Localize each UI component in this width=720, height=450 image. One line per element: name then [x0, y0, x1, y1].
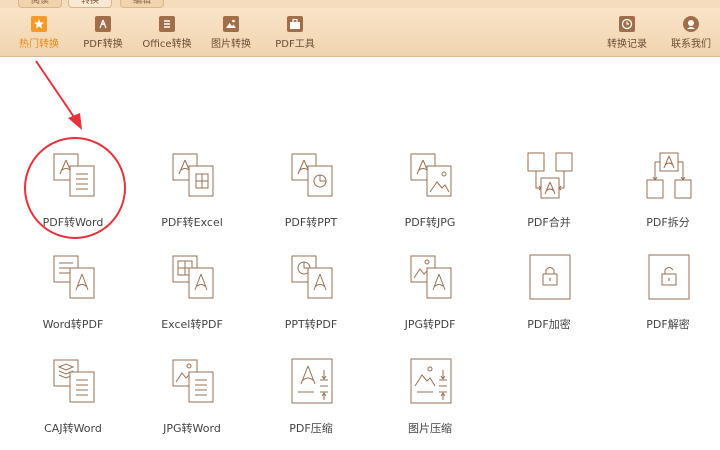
- pdf-to-ppt-icon: [291, 153, 333, 197]
- word-to-pdf-icon: [53, 255, 95, 299]
- tool-label: 图片转换: [211, 39, 251, 50]
- tab-edit[interactable]: 编辑: [120, 0, 165, 8]
- tool-pdf-tools[interactable]: PDF工具: [262, 11, 328, 55]
- headset-icon: [683, 16, 699, 32]
- caj-to-word-icon: [53, 359, 95, 403]
- office-doc-icon: [159, 16, 175, 32]
- convert-caj-to-word[interactable]: CAJ转Word: [18, 350, 128, 440]
- cell-label: PDF解密: [646, 318, 690, 331]
- image-icon: [223, 16, 239, 32]
- cell-label: PPT转PDF: [284, 318, 338, 331]
- tab-convert[interactable]: 转换: [68, 0, 113, 8]
- cell-label: JPG转PDF: [404, 318, 456, 331]
- tool-history[interactable]: 转换记录: [594, 11, 660, 55]
- convert-ppt-to-pdf[interactable]: PPT转PDF: [256, 246, 366, 336]
- pdf-compress[interactable]: PDF压缩: [256, 350, 366, 440]
- highlight-circle: [24, 137, 126, 239]
- tool-image-convert[interactable]: 图片转换: [198, 11, 264, 55]
- convert-pdf-to-excel[interactable]: PDF转Excel: [137, 144, 247, 234]
- excel-to-pdf-icon: [172, 255, 214, 299]
- tool-hot-convert[interactable]: 热门转换: [6, 11, 72, 55]
- pdf-decrypt-icon: [648, 254, 690, 300]
- pdf-merge-icon: [527, 152, 573, 199]
- cell-label: PDF转Excel: [161, 216, 223, 229]
- tool-pdf-convert[interactable]: PDF转换: [70, 11, 136, 55]
- pdf-to-jpg-icon: [410, 153, 452, 197]
- pdf-split-icon: [646, 152, 692, 199]
- jpg-to-word-icon: [172, 359, 214, 403]
- tab-read[interactable]: 阅读: [18, 0, 63, 8]
- tool-label: Office转换: [142, 39, 192, 50]
- ppt-to-pdf-icon: [291, 255, 333, 299]
- cell-label: PDF拆分: [646, 216, 690, 229]
- cell-label: PDF转PPT: [284, 216, 338, 229]
- convert-jpg-to-pdf[interactable]: JPG转PDF: [375, 246, 485, 336]
- convert-pdf-to-ppt[interactable]: PDF转PPT: [256, 144, 366, 234]
- cell-label: CAJ转Word: [44, 422, 102, 435]
- pdf-merge[interactable]: PDF合并: [494, 144, 604, 234]
- pdf-encrypt-icon: [529, 254, 571, 300]
- convert-jpg-to-word[interactable]: JPG转Word: [137, 350, 247, 440]
- cell-label: Excel转PDF: [161, 318, 223, 331]
- cell-label: 图片压缩: [408, 422, 452, 435]
- top-tab-strip: 阅读 转换 编辑: [0, 0, 720, 8]
- tool-office-convert[interactable]: Office转换: [134, 11, 200, 55]
- convert-word-to-pdf[interactable]: Word转PDF: [18, 246, 128, 336]
- image-compress[interactable]: 图片压缩: [375, 350, 485, 440]
- pdf-decrypt[interactable]: PDF解密: [613, 246, 720, 336]
- tool-label: PDF工具: [275, 39, 315, 50]
- pdf-to-excel-icon: [172, 153, 214, 197]
- star-icon: [31, 16, 47, 32]
- history-clock-icon: [619, 16, 635, 32]
- arrow-icon: [35, 60, 82, 130]
- toolbar: 热门转换 PDF转换 Office转换 图片转换 PDF工具 转换记录 联系我们: [0, 8, 720, 57]
- cell-label: PDF压缩: [289, 422, 333, 435]
- pdf-split[interactable]: PDF拆分: [613, 144, 720, 234]
- cell-label: PDF转JPG: [404, 216, 456, 229]
- cell-label: JPG转Word: [163, 422, 221, 435]
- toolbox-icon: [287, 16, 303, 32]
- cell-label: PDF加密: [527, 318, 571, 331]
- cell-label: PDF合并: [527, 216, 571, 229]
- pdf-compress-icon: [291, 358, 333, 404]
- tool-label: 联系我们: [671, 39, 711, 50]
- cell-label: Word转PDF: [42, 318, 104, 331]
- tool-label: PDF转换: [83, 39, 123, 50]
- tool-label: 转换记录: [607, 39, 647, 50]
- image-compress-icon: [410, 358, 452, 404]
- pdf-encrypt[interactable]: PDF加密: [494, 246, 604, 336]
- jpg-to-pdf-icon: [410, 255, 452, 299]
- tool-label: 热门转换: [19, 39, 59, 50]
- pdf-file-icon: [95, 16, 111, 32]
- convert-excel-to-pdf[interactable]: Excel转PDF: [137, 246, 247, 336]
- convert-pdf-to-jpg[interactable]: PDF转JPG: [375, 144, 485, 234]
- tool-contact[interactable]: 联系我们: [658, 11, 720, 55]
